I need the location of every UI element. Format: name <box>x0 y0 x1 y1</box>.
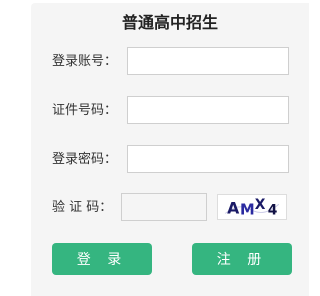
captcha-label: 验 证 码： <box>52 200 113 215</box>
account-row: 登录账号： <box>31 47 309 77</box>
id-number-row: 证件号码： <box>31 96 309 126</box>
captcha-char: 4 <box>268 202 278 218</box>
account-input[interactable] <box>127 47 289 75</box>
id-number-input[interactable] <box>127 96 289 124</box>
password-label: 登录密码： <box>52 152 118 167</box>
captcha-char: A <box>227 198 240 217</box>
account-label: 登录账号： <box>52 54 118 69</box>
panel-title: 普通高中招生 <box>121 13 218 32</box>
captcha-char: X <box>255 197 266 213</box>
captcha-image[interactable]: A M X 4 <box>217 194 287 220</box>
password-input[interactable] <box>127 145 289 173</box>
captcha-char: M <box>240 201 255 218</box>
register-button[interactable]: 注 册 <box>192 243 292 275</box>
login-panel: 普通高中招生 登录账号： 证件号码： 登录密码： 验 证 码： A M X 4 … <box>31 3 309 296</box>
captcha-row: 验 证 码： A M X 4 <box>31 193 309 223</box>
captcha-input[interactable] <box>121 193 207 221</box>
login-button[interactable]: 登 录 <box>52 243 152 275</box>
password-row: 登录密码： <box>31 145 309 175</box>
id-number-label: 证件号码： <box>52 103 118 118</box>
